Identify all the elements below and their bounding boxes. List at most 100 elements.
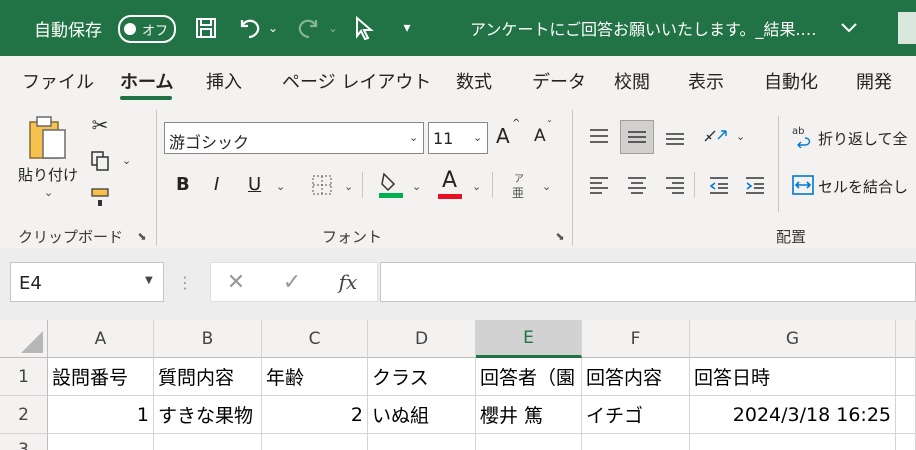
phonetic-chevron-icon[interactable]: ⌄	[542, 180, 551, 193]
tab-view[interactable]: 表示	[688, 68, 724, 94]
borders-chevron-icon[interactable]: ⌄	[344, 180, 353, 193]
name-box[interactable]: E4 ▼	[10, 262, 164, 302]
cut-icon[interactable]: ✂	[88, 112, 112, 138]
cell-d3[interactable]	[368, 434, 476, 450]
autosave-toggle[interactable]: オフ	[118, 15, 176, 43]
wrap-text-icon[interactable]: ab	[790, 122, 816, 150]
cell-g1[interactable]: 回答日時	[690, 358, 896, 396]
align-left-icon[interactable]	[586, 172, 612, 198]
middle-align-icon[interactable]	[624, 124, 650, 150]
redo-icon[interactable]	[294, 14, 322, 42]
bold-button[interactable]: B	[176, 174, 190, 195]
phonetic-top[interactable]: ア	[514, 170, 524, 185]
cell-c3[interactable]	[262, 434, 368, 450]
enter-icon[interactable]: ✓	[279, 269, 305, 295]
pointer-icon[interactable]	[350, 14, 378, 42]
font-launcher-icon[interactable]: ⬊	[552, 228, 568, 244]
top-align-icon[interactable]	[586, 124, 612, 150]
paste-label[interactable]: 貼り付け	[18, 164, 78, 185]
cell-a1[interactable]: 設問番号	[48, 358, 154, 396]
cell-e2[interactable]: 櫻井 篤	[476, 396, 582, 434]
filename-chevron-down-icon[interactable]	[838, 16, 860, 40]
formula-bar-grip-icon[interactable]: ⋮	[177, 270, 193, 294]
cell-h2[interactable]	[896, 396, 916, 434]
fill-color-chevron-icon[interactable]: ⌄	[412, 180, 421, 193]
cell-f2[interactable]: イチゴ	[582, 396, 690, 434]
tab-insert[interactable]: 挿入	[206, 68, 242, 94]
format-painter-icon[interactable]	[88, 184, 112, 210]
cancel-icon[interactable]: ✕	[223, 269, 249, 295]
merge-center-label[interactable]: セルを結合し	[818, 176, 908, 197]
cell-b2[interactable]: すきな果物	[154, 396, 262, 434]
cell-a3[interactable]	[48, 434, 154, 450]
decrease-indent-icon[interactable]	[706, 172, 732, 198]
row-header-2[interactable]: 2	[0, 396, 48, 434]
select-all-corner[interactable]	[0, 320, 48, 358]
cell-d1[interactable]: クラス	[368, 358, 476, 396]
wrap-text-label[interactable]: 折り返して全	[818, 128, 908, 149]
column-header-d[interactable]: D	[368, 320, 476, 358]
merge-center-icon[interactable]	[790, 172, 816, 198]
column-header-f[interactable]: F	[582, 320, 690, 358]
column-header-partial[interactable]	[896, 320, 916, 358]
cell-g2[interactable]: 2024/3/18 16:25	[690, 396, 896, 434]
clipboard-launcher-icon[interactable]: ⬊	[134, 228, 150, 244]
font-name-chevron-icon[interactable]: ⌄	[409, 131, 418, 144]
increase-indent-icon[interactable]	[742, 172, 768, 198]
formula-input[interactable]	[380, 262, 916, 302]
tab-formulas[interactable]: 数式	[456, 68, 492, 94]
name-box-chevron-icon[interactable]: ▼	[145, 275, 153, 286]
undo-dropdown-chevron-icon[interactable]: ⌄	[266, 18, 280, 38]
copy-icon[interactable]	[88, 148, 112, 174]
column-header-b[interactable]: B	[154, 320, 262, 358]
tab-file[interactable]: ファイル	[22, 68, 94, 94]
row-header-3[interactable]: 3	[0, 434, 48, 450]
customize-qat-icon[interactable]: ▾	[396, 16, 418, 40]
cell-b1[interactable]: 質問内容	[154, 358, 262, 396]
tab-automate[interactable]: 自動化	[764, 68, 818, 94]
font-size-box[interactable]: 11 ⌄	[428, 122, 488, 154]
cell-f3[interactable]	[582, 434, 690, 450]
tab-review[interactable]: 校閲	[614, 68, 650, 94]
paste-icon[interactable]	[24, 112, 72, 164]
underline-button[interactable]: U	[248, 174, 261, 195]
align-center-icon[interactable]	[624, 172, 650, 198]
cell-g3[interactable]	[690, 434, 896, 450]
cell-h3[interactable]	[896, 434, 916, 450]
orientation-chevron-icon[interactable]: ⌄	[736, 130, 745, 143]
bottom-align-icon[interactable]	[662, 124, 688, 150]
cell-e3[interactable]	[476, 434, 582, 450]
column-header-a[interactable]: A	[48, 320, 154, 358]
align-right-icon[interactable]	[662, 172, 688, 198]
paste-chevron-icon[interactable]: ⌄	[44, 186, 53, 199]
shrink-font-button[interactable]: A	[534, 126, 546, 146]
tab-data[interactable]: データ	[532, 68, 586, 94]
column-header-e[interactable]: E	[476, 320, 582, 358]
row-header-1[interactable]: 1	[0, 358, 48, 396]
document-filename[interactable]: アンケートにご回答お願いいたします。_結果.…	[470, 14, 817, 42]
font-color-chevron-icon[interactable]: ⌄	[472, 180, 481, 193]
column-header-c[interactable]: C	[262, 320, 368, 358]
italic-button[interactable]: I	[214, 174, 219, 195]
borders-icon[interactable]	[310, 172, 334, 198]
cell-c2[interactable]: 2	[262, 396, 368, 434]
save-icon[interactable]	[192, 14, 220, 42]
insert-function-icon[interactable]: fx	[333, 269, 363, 295]
font-size-chevron-icon[interactable]: ⌄	[473, 131, 482, 144]
redo-dropdown-chevron-icon[interactable]: ⌄	[326, 18, 340, 38]
cell-b3[interactable]	[154, 434, 262, 450]
font-name-box[interactable]: 游ゴシック ⌄	[164, 122, 424, 154]
cell-h1[interactable]	[896, 358, 916, 396]
cell-c1[interactable]: 年齢	[262, 358, 368, 396]
grow-font-button[interactable]: A	[496, 124, 510, 148]
orientation-icon[interactable]	[702, 122, 730, 150]
cell-f1[interactable]: 回答内容	[582, 358, 690, 396]
tab-home[interactable]: ホーム	[120, 68, 173, 94]
cell-e1[interactable]: 回答者（園	[476, 358, 582, 396]
column-header-g[interactable]: G	[690, 320, 896, 358]
undo-icon[interactable]	[236, 14, 264, 42]
search-box[interactable]	[898, 12, 916, 44]
phonetic-bottom[interactable]: 亜	[512, 184, 524, 201]
tab-page-layout[interactable]: ページ レイアウト	[282, 68, 431, 94]
fill-color-icon[interactable]	[378, 170, 404, 200]
